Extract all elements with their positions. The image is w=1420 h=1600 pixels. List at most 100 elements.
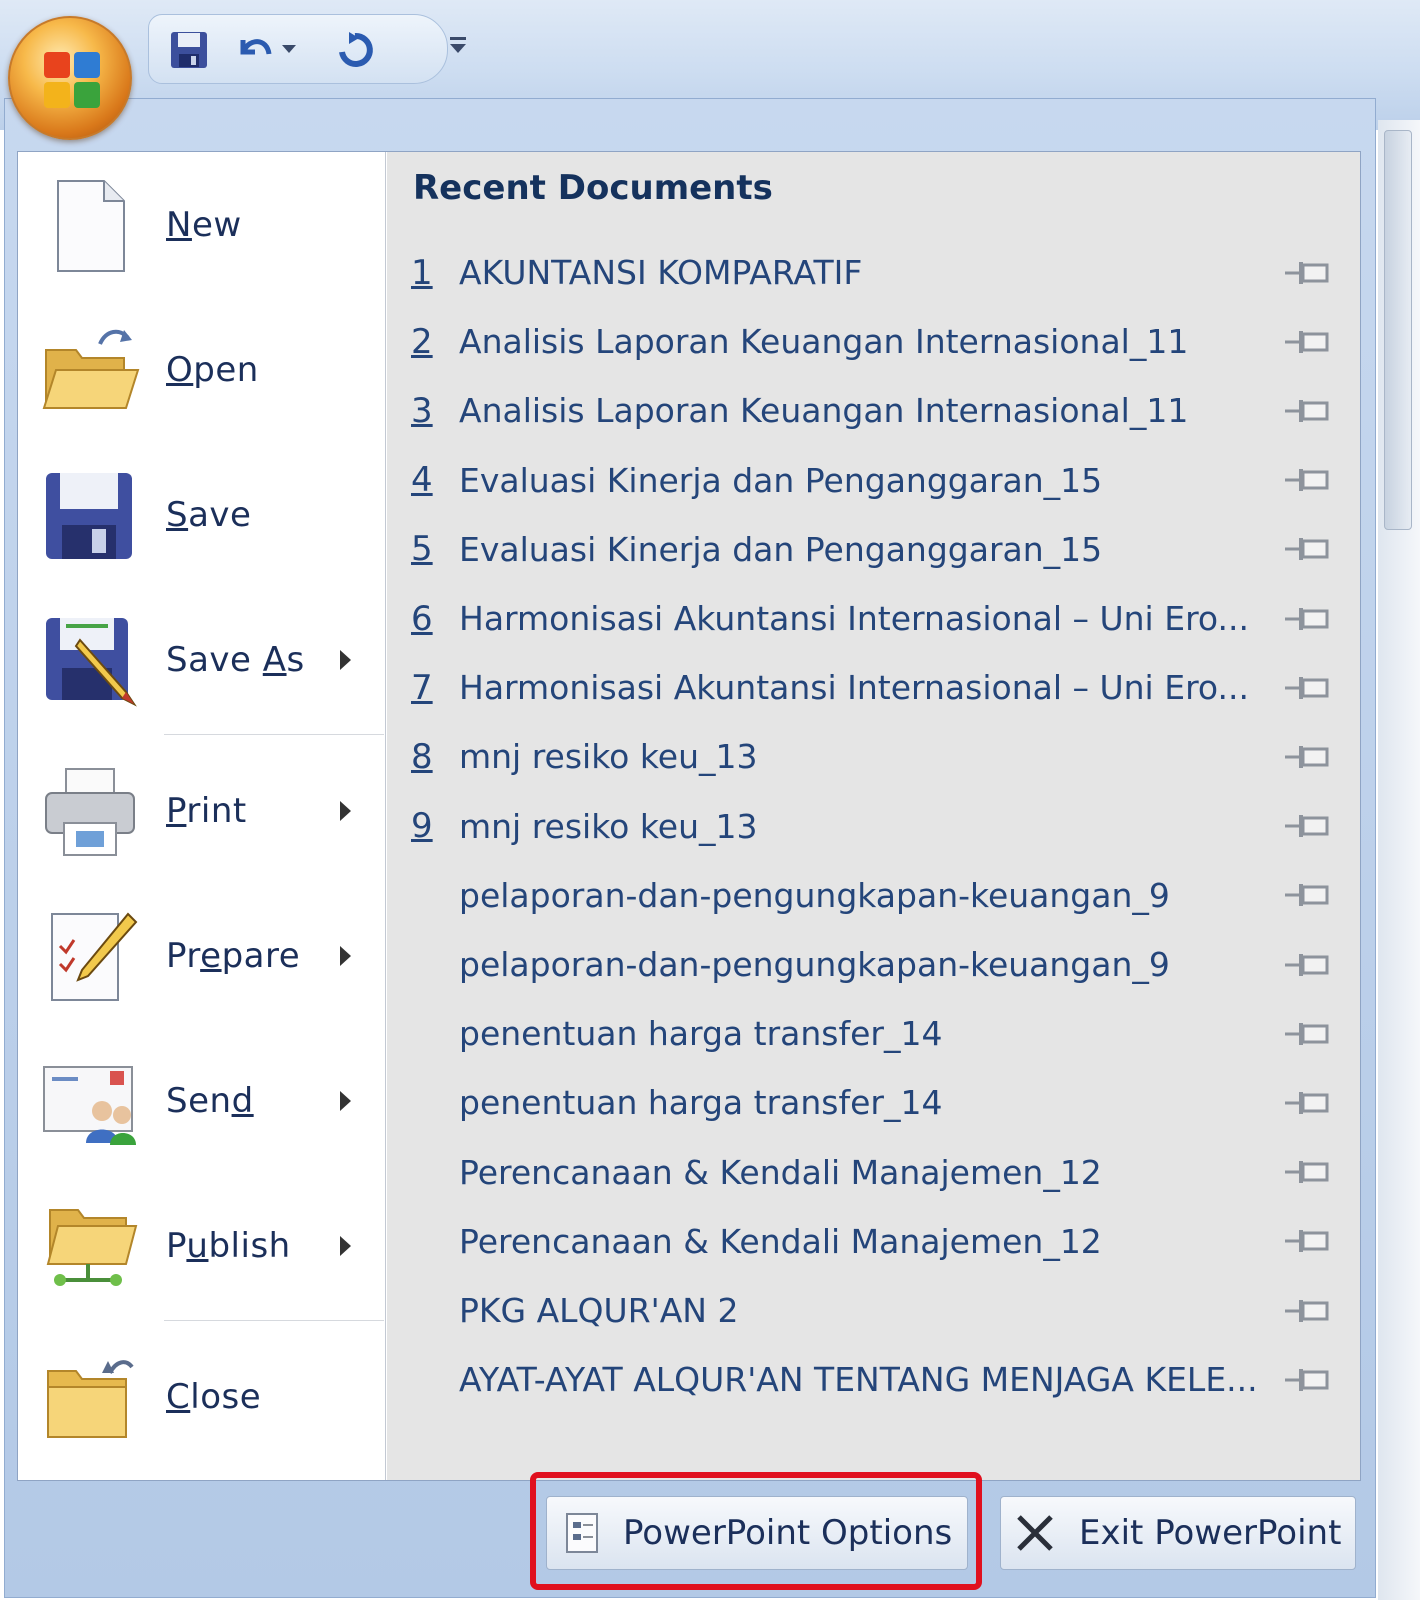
command-pane: New Open Save Save As Print Prepare Send… <box>18 152 386 1480</box>
pin-icon[interactable] <box>1283 1363 1333 1397</box>
printer-icon <box>45 767 135 856</box>
recent-document-name: Harmonisasi Akuntansi Internasional – Un… <box>459 599 1249 638</box>
print-label: Print <box>166 790 247 831</box>
undo-icon <box>240 39 272 55</box>
pin-icon[interactable] <box>1283 671 1333 705</box>
save-as-icon <box>46 617 137 707</box>
recent-document-number: 9 <box>411 806 433 847</box>
pin-icon[interactable] <box>1283 740 1333 774</box>
recent-document-name: penentuan harga transfer_14 <box>459 1014 943 1054</box>
open-command[interactable]: Open <box>18 297 386 442</box>
recent-document-item[interactable]: pelaporan-dan-pengungkapan-keuangan_9 <box>387 930 1360 999</box>
submenu-arrow-icon <box>340 649 351 670</box>
pin-icon[interactable] <box>1283 602 1333 636</box>
send-command[interactable]: Send <box>18 1028 386 1173</box>
pin-icon[interactable] <box>1283 1086 1333 1120</box>
open-label: Open <box>166 349 259 390</box>
scrollbar-thumb[interactable] <box>1384 130 1412 530</box>
prepare-icon <box>51 912 138 1001</box>
options-document-icon <box>566 1513 598 1553</box>
recent-document-item[interactable]: 4 Evaluasi Kinerja dan Penganggaran_15 <box>387 446 1360 515</box>
office-button[interactable] <box>8 16 132 140</box>
recent-document-item[interactable]: penentuan harga transfer_14 <box>387 999 1360 1068</box>
recent-document-item[interactable]: 9 mnj resiko keu_13 <box>387 792 1360 861</box>
recent-document-name: AYAT-AYAT ALQUR'AN TENTANG MENJAGA KELE.… <box>459 1360 1258 1400</box>
new-command[interactable]: New <box>18 152 386 297</box>
chevron-down-icon <box>282 45 296 53</box>
pin-icon[interactable] <box>1283 948 1333 982</box>
pin-icon[interactable] <box>1283 256 1333 290</box>
submenu-arrow-icon <box>340 1235 351 1256</box>
send-label: Send <box>166 1080 254 1121</box>
redo-icon <box>339 32 373 67</box>
recent-document-name: PKG ALQUR'AN 2 <box>459 1291 739 1330</box>
recent-document-item[interactable]: Perencanaan & Kendali Manajemen_12 <box>387 1207 1360 1276</box>
publish-command[interactable]: Publish <box>18 1173 386 1318</box>
recent-document-number: 6 <box>411 598 433 639</box>
new-label: New <box>166 204 242 245</box>
save-icon <box>171 32 207 68</box>
recent-document-number: 7 <box>411 667 433 708</box>
office-menu: New Open Save Save As Print Prepare Send… <box>4 98 1376 1598</box>
recent-document-number: 4 <box>411 460 433 501</box>
office-logo-icon <box>44 52 100 108</box>
menu-separator <box>164 734 384 736</box>
recent-document-number: 5 <box>411 529 433 570</box>
window-scrollbar[interactable] <box>1378 120 1420 1600</box>
qat-undo-button[interactable] <box>229 27 281 73</box>
recent-document-item[interactable]: pelaporan-dan-pengungkapan-keuangan_9 <box>387 861 1360 930</box>
recent-document-item[interactable]: PKG ALQUR'AN 2 <box>387 1276 1360 1345</box>
recent-document-number: 1 <box>411 252 433 293</box>
recent-document-item[interactable]: 3 Analisis Laporan Keuangan Internasional… <box>387 376 1360 445</box>
recent-document-item[interactable]: 7 Harmonisasi Akuntansi Internasional – U… <box>387 653 1360 722</box>
recent-document-number: 8 <box>411 736 433 777</box>
pin-icon[interactable] <box>1283 1224 1333 1258</box>
recent-document-name: Analisis Laporan Keuangan Internasional_… <box>459 322 1189 362</box>
qat-customize-button[interactable] <box>440 22 476 68</box>
customize-dropdown-icon <box>450 37 466 53</box>
save-command[interactable]: Save <box>18 442 386 587</box>
recent-document-name: pelaporan-dan-pengungkapan-keuangan_9 <box>459 875 1170 915</box>
powerpoint-options-button[interactable]: PowerPoint Options <box>546 1496 968 1570</box>
recent-document-name: Harmonisasi Akuntansi Internasional – Un… <box>459 668 1249 708</box>
recent-document-item[interactable]: 1 AKUNTANSI KOMPARATIF <box>387 238 1360 307</box>
save-icon <box>46 472 132 559</box>
recent-document-name: Perencanaan & Kendali Manajemen_12 <box>459 1152 1102 1192</box>
options-label: PowerPoint Options <box>623 1513 953 1553</box>
pin-icon[interactable] <box>1283 878 1333 912</box>
pin-icon[interactable] <box>1283 1294 1333 1328</box>
pin-icon[interactable] <box>1283 394 1333 428</box>
recent-document-item[interactable]: 6 Harmonisasi Akuntansi Internasional – U… <box>387 584 1360 653</box>
recent-document-name: Evaluasi Kinerja dan Penganggaran_15 <box>459 460 1103 500</box>
pin-icon[interactable] <box>1283 532 1333 566</box>
recent-document-name: Evaluasi Kinerja dan Penganggaran_15 <box>459 529 1103 569</box>
qat-undo-dropdown[interactable] <box>277 27 301 73</box>
recent-document-item[interactable]: penentuan harga transfer_14 <box>387 1068 1360 1137</box>
recent-document-item[interactable]: AYAT-AYAT ALQUR'AN TENTANG MENJAGA KELE.… <box>387 1345 1360 1414</box>
recent-document-item[interactable]: 2 Analisis Laporan Keuangan Internasional… <box>387 307 1360 376</box>
recent-document-number: 2 <box>411 321 433 362</box>
save-as-label: Save As <box>166 639 305 680</box>
save-as-command[interactable]: Save As <box>18 587 386 732</box>
recent-document-item[interactable]: 8 mnj resiko keu_13 <box>387 722 1360 791</box>
submenu-arrow-icon <box>340 1090 351 1111</box>
pin-icon[interactable] <box>1283 1017 1333 1051</box>
close-command[interactable]: Close <box>18 1324 386 1469</box>
recent-document-name: penentuan harga transfer_14 <box>459 1083 943 1123</box>
recent-document-number: 3 <box>411 390 433 431</box>
qat-redo-button[interactable] <box>329 27 381 73</box>
prepare-command[interactable]: Prepare <box>18 883 386 1028</box>
qat-save-button[interactable] <box>163 27 215 73</box>
pin-icon[interactable] <box>1283 325 1333 359</box>
recent-document-item[interactable]: Perencanaan & Kendali Manajemen_12 <box>387 1138 1360 1207</box>
print-command[interactable]: Print <box>18 738 386 883</box>
recent-document-name: pelaporan-dan-pengungkapan-keuangan_9 <box>459 945 1170 984</box>
pin-icon[interactable] <box>1283 809 1333 843</box>
exit-powerpoint-button[interactable]: Exit PowerPoint <box>1000 1496 1356 1570</box>
publish-icon <box>46 1208 138 1286</box>
menu-separator <box>164 1320 384 1322</box>
recent-document-item[interactable]: 5 Evaluasi Kinerja dan Penganggaran_15 <box>387 515 1360 584</box>
pin-icon[interactable] <box>1283 1155 1333 1189</box>
send-icon <box>43 1065 136 1145</box>
pin-icon[interactable] <box>1283 463 1333 497</box>
